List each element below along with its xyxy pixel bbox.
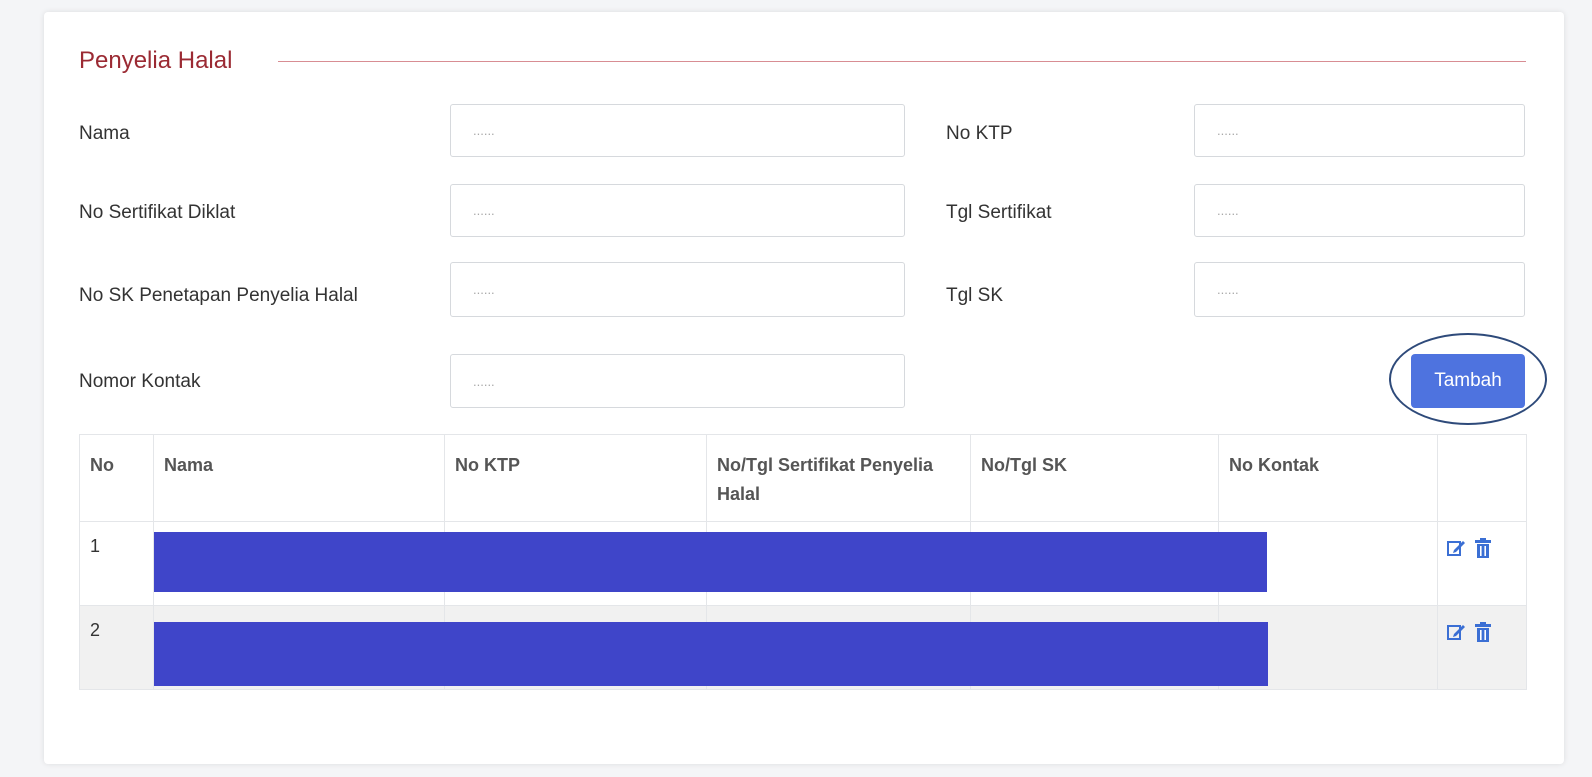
no-ktp-label: No KTP [946, 123, 1013, 144]
tgl-sk-label: Tgl SK [946, 285, 1004, 306]
row-actions [1437, 521, 1527, 606]
section-title: Penyelia Halal [79, 47, 233, 74]
col-header-sertifikat: No/Tgl Sertifikat Penyelia Halal [706, 434, 971, 522]
no-sertifikat-label: No Sertifikat Diklat [79, 202, 236, 223]
row-actions [1437, 605, 1527, 690]
no-sertifikat-input[interactable] [450, 184, 905, 237]
row-number: 2 [79, 605, 154, 690]
tgl-sertifikat-input[interactable] [1194, 184, 1525, 237]
trash-icon[interactable] [1474, 622, 1492, 647]
tgl-sk-input[interactable] [1194, 262, 1525, 317]
col-header-no: No [79, 434, 154, 522]
table-header-row: No Nama No KTP No/Tgl Sertifikat Penyeli… [79, 434, 1527, 522]
tambah-button[interactable]: Tambah [1411, 354, 1525, 408]
section-divider [278, 61, 1526, 62]
edit-icon[interactable] [1446, 622, 1466, 647]
edit-icon[interactable] [1446, 538, 1466, 563]
redacted-block [154, 622, 1268, 686]
no-sk-label: No SK Penetapan Penyelia Halal [79, 285, 358, 306]
col-header-kontak: No Kontak [1218, 434, 1438, 522]
nama-label: Nama [79, 123, 130, 144]
nomor-kontak-input[interactable] [450, 354, 905, 408]
no-sk-input[interactable] [450, 262, 905, 317]
col-header-actions [1437, 434, 1527, 522]
nama-input[interactable] [450, 104, 905, 157]
no-ktp-input[interactable] [1194, 104, 1525, 157]
redacted-block [154, 532, 1267, 592]
col-header-sk: No/Tgl SK [970, 434, 1219, 522]
col-header-no-ktp: No KTP [444, 434, 707, 522]
tgl-sertifikat-label: Tgl Sertifikat [946, 202, 1052, 223]
nomor-kontak-label: Nomor Kontak [79, 371, 201, 392]
row-number: 1 [79, 521, 154, 606]
trash-icon[interactable] [1474, 538, 1492, 563]
col-header-nama: Nama [153, 434, 445, 522]
